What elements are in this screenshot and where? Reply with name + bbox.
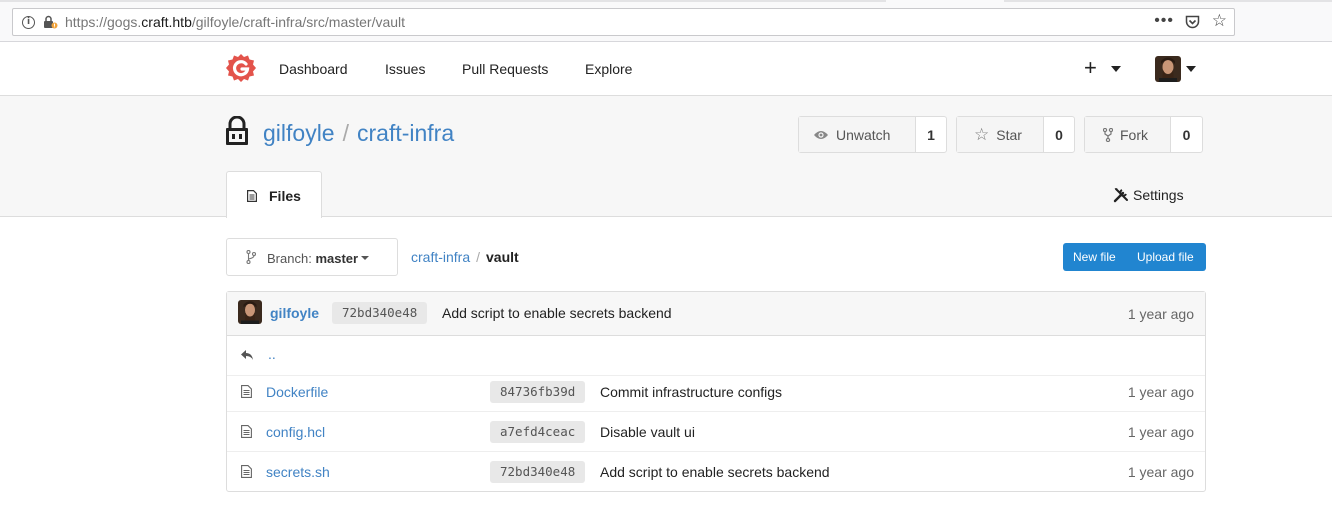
commit-age: 1 year ago: [1127, 464, 1194, 480]
commit-sha-link[interactable]: 72bd340e48: [490, 461, 586, 483]
commit-age: 1 year ago: [1127, 424, 1194, 440]
file-action-buttons: New file Upload file: [1063, 243, 1206, 271]
file-name-link[interactable]: Dockerfile: [266, 384, 328, 400]
private-repo-lock-icon: [226, 116, 248, 145]
top-navbar: Dashboard Issues Pull Requests Explore +: [0, 43, 1332, 96]
commit-sha-link[interactable]: 72bd340e48: [332, 302, 428, 324]
file-text-icon: [241, 465, 252, 478]
unwatch-button[interactable]: Unwatch: [799, 117, 916, 152]
commit-author-avatar[interactable]: [238, 300, 262, 324]
star-button[interactable]: ☆ Star: [957, 117, 1044, 152]
tab-strip: [0, 0, 1332, 2]
star-label: Star: [996, 126, 1022, 143]
watch-count[interactable]: 1: [916, 117, 946, 152]
star-count[interactable]: 0: [1044, 117, 1074, 152]
url-text[interactable]: https://gogs.craft.htb/gilfoyle/craft-in…: [65, 14, 405, 30]
parent-directory-row[interactable]: ..: [227, 336, 1205, 376]
tab-files[interactable]: Files: [226, 171, 322, 218]
breadcrumb-current: vault: [486, 249, 519, 265]
commit-sha-link[interactable]: a7efd4ceac: [490, 421, 586, 443]
fork-count[interactable]: 0: [1171, 117, 1202, 152]
file-text-icon: [241, 425, 252, 438]
commit-message[interactable]: Add script to enable secrets backend: [442, 305, 672, 321]
file-text-icon: [247, 190, 257, 202]
file-text-icon: [241, 385, 252, 398]
unwatch-label: Unwatch: [836, 126, 891, 143]
nav-dashboard[interactable]: Dashboard: [279, 61, 348, 77]
star-button-group: ☆ Star 0: [956, 116, 1075, 153]
branch-selector[interactable]: Branch: master: [226, 238, 398, 276]
reply-arrow-icon: [241, 350, 253, 360]
pocket-icon[interactable]: [1185, 15, 1200, 29]
tools-icon: [1113, 188, 1128, 203]
file-row: config.hcl a7efd4ceac Disable vault ui 1…: [227, 412, 1205, 452]
bookmark-star-icon[interactable]: ☆: [1212, 12, 1227, 30]
file-table: gilfoyle 72bd340e48 Add script to enable…: [226, 291, 1206, 492]
new-file-button[interactable]: New file: [1063, 243, 1127, 271]
watch-button-group: Unwatch 1: [798, 116, 947, 153]
upload-file-button[interactable]: Upload file: [1127, 243, 1194, 271]
chevron-down-icon[interactable]: [1111, 66, 1121, 72]
chevron-down-icon: [361, 256, 369, 260]
chevron-down-icon[interactable]: [1186, 66, 1196, 72]
breadcrumb-root-link[interactable]: craft-infra: [411, 249, 470, 265]
nav-explore[interactable]: Explore: [585, 61, 632, 77]
star-icon: ☆: [974, 124, 990, 144]
tab-files-label: Files: [269, 188, 301, 204]
commit-sha-link[interactable]: 84736fb39d: [490, 381, 586, 403]
commit-age: 1 year ago: [1127, 306, 1194, 322]
gogs-logo[interactable]: [225, 53, 257, 85]
fork-button-group: Fork 0: [1084, 116, 1203, 153]
repo-title-separator: /: [342, 120, 349, 146]
branch-prefix: Branch:: [267, 251, 312, 266]
file-name-link[interactable]: secrets.sh: [266, 464, 330, 480]
repo-header: gilfoyle / craft-infra Unwatch 1 ☆ Star 0: [0, 96, 1332, 218]
eye-icon: [814, 130, 828, 139]
branch-name: master: [315, 251, 359, 266]
commit-author-link[interactable]: gilfoyle: [270, 305, 319, 321]
tab-settings-label: Settings: [1133, 187, 1184, 203]
file-row: Dockerfile 84736fb39d Commit infrastruct…: [227, 372, 1205, 412]
info-icon[interactable]: i: [22, 16, 35, 29]
repo-title: gilfoyle / craft-infra: [263, 120, 454, 147]
nav-issues[interactable]: Issues: [385, 61, 425, 77]
repo-owner-link[interactable]: gilfoyle: [263, 120, 335, 146]
parent-directory-link[interactable]: ..: [268, 346, 276, 362]
commit-age: 1 year ago: [1127, 384, 1194, 400]
breadcrumb: craft-infra / vault: [411, 249, 519, 265]
repo-name-link[interactable]: craft-infra: [357, 120, 454, 146]
create-new-icon[interactable]: +: [1084, 56, 1097, 80]
file-name-link[interactable]: config.hcl: [266, 424, 325, 440]
page-actions-icon[interactable]: •••: [1154, 12, 1174, 30]
breadcrumb-separator: /: [476, 249, 481, 265]
user-avatar[interactable]: [1155, 56, 1181, 82]
nav-pull-requests[interactable]: Pull Requests: [462, 61, 548, 77]
file-row: secrets.sh 72bd340e48 Add script to enab…: [227, 452, 1205, 492]
address-bar[interactable]: i https://gogs.craft.htb/gilfoyle/craft-…: [12, 8, 1235, 36]
commit-message[interactable]: Commit infrastructure configs: [600, 384, 782, 400]
fork-icon: [1103, 127, 1113, 142]
browser-toolbar: i https://gogs.craft.htb/gilfoyle/craft-…: [0, 0, 1332, 42]
insecure-lock-icon[interactable]: [42, 14, 58, 30]
fork-button[interactable]: Fork: [1085, 117, 1171, 152]
branch-icon: [246, 250, 256, 264]
fork-label: Fork: [1120, 126, 1148, 143]
commit-message[interactable]: Add script to enable secrets backend: [600, 464, 830, 480]
commit-message[interactable]: Disable vault ui: [600, 424, 695, 440]
latest-commit-row: gilfoyle 72bd340e48 Add script to enable…: [227, 292, 1205, 336]
